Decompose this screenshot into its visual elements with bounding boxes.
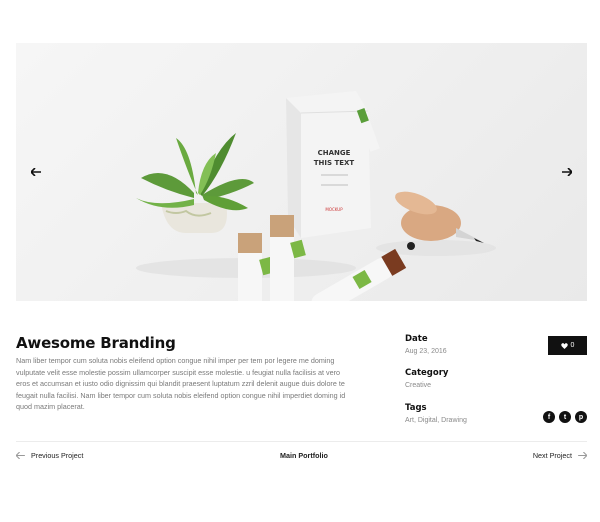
next-project-label: Next Project (532, 451, 572, 460)
twitter-share-button[interactable]: t (559, 411, 571, 423)
tags-label: Tags (405, 403, 427, 413)
arrow-left-icon (31, 168, 41, 176)
project-title: Awesome Branding (16, 334, 176, 352)
category-label: Category (405, 368, 449, 378)
arrow-left-icon (16, 452, 25, 459)
category-value: Creative (405, 382, 432, 389)
previous-project-link[interactable]: Previous Project (16, 451, 83, 460)
slider-next-button[interactable] (557, 163, 577, 181)
heart-icon (560, 342, 568, 349)
bag-text-line1: CHANGE (318, 149, 351, 157)
like-button[interactable]: 0 (548, 336, 587, 355)
tags-value: Art, Digital, Drawing (405, 417, 467, 424)
next-project-link[interactable]: Next Project (533, 451, 587, 460)
project-description: Nam liber tempor cum soluta nobis eleife… (16, 356, 346, 411)
twitter-icon: t (563, 413, 567, 421)
arrow-right-icon (578, 452, 587, 459)
pinterest-icon: p (578, 413, 584, 421)
project-image-slider[interactable]: CHANGE THIS TEXT MOCKUP (16, 43, 587, 301)
divider (16, 441, 587, 442)
date-label: Date (405, 334, 428, 344)
previous-project-label: Previous Project (31, 451, 84, 460)
slider-prev-button[interactable] (26, 163, 46, 181)
main-portfolio-label: Main Portfolio (280, 451, 328, 460)
bag-text-line2: THIS TEXT (314, 159, 355, 167)
main-portfolio-link[interactable]: Main Portfolio (280, 451, 328, 460)
bag-small-label: MOCKUP (325, 207, 343, 212)
product-mockup-image: CHANGE THIS TEXT MOCKUP (136, 91, 496, 301)
facebook-icon: f (547, 413, 551, 421)
date-value: Aug 23, 2016 (405, 348, 447, 355)
like-count: 0 (570, 342, 575, 349)
pinterest-share-button[interactable]: p (575, 411, 587, 423)
arrow-right-icon (562, 168, 572, 176)
facebook-share-button[interactable]: f (543, 411, 555, 423)
